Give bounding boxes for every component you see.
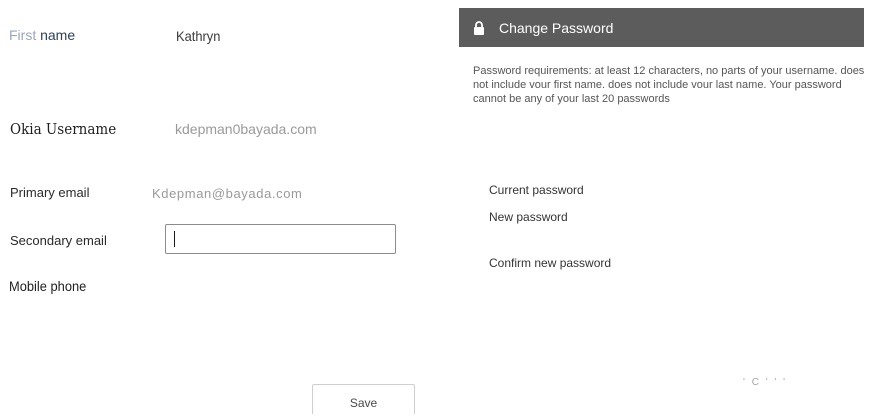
secondary-email-input[interactable] — [165, 224, 396, 254]
okta-username-label: Okia Username — [10, 120, 117, 138]
password-requirements: Password requirements: at least 12 chara… — [473, 65, 865, 105]
confirm-password-label: Confirm new password — [489, 256, 612, 270]
new-password-label: New password — [489, 210, 568, 224]
secondary-email-label: Secondary email — [10, 233, 107, 248]
primary-email-label: Primary email — [10, 185, 90, 200]
save-button[interactable]: Save — [312, 384, 415, 414]
okta-username-value: kdepman0bayada.com — [175, 121, 317, 137]
mobile-phone-label: Mobile phone — [9, 278, 87, 294]
profile-settings-page: First name Kathryn Okia Username kdepman… — [0, 0, 878, 417]
first-name-label: First name — [9, 27, 75, 43]
first-name-value: Kathryn — [176, 28, 221, 44]
faint-marks: ' C ' ' ' — [743, 377, 787, 388]
first-name-label-part1: First — [9, 27, 37, 43]
text-caret — [174, 231, 175, 247]
first-name-label-part2: name — [36, 27, 76, 43]
change-password-header: Change Password — [459, 8, 864, 47]
current-password-label: Current password — [489, 183, 584, 197]
change-password-title: Change Password — [499, 19, 614, 36]
lock-icon — [473, 20, 485, 35]
primary-email-value: Kdepman@bayada.com — [152, 186, 303, 201]
